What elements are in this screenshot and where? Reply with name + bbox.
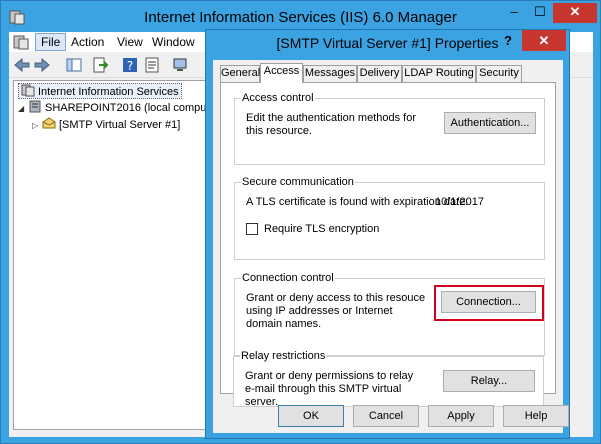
tree-item-smtp-virtual-server[interactable]: ▷ [SMTP Virtual Server #1] (32, 117, 180, 133)
access-control-group: Access control Edit the authentication m… (234, 92, 545, 165)
group-label: Connection control (241, 272, 335, 285)
require-tls-checkbox[interactable] (246, 223, 258, 235)
secure-communication-group: Secure communication A TLS certificate i… (234, 176, 545, 260)
computer-icon[interactable] (171, 56, 189, 74)
properties-icon[interactable] (143, 56, 161, 74)
mmc-icon[interactable] (13, 34, 29, 50)
menu-file[interactable]: File (35, 33, 67, 51)
group-label: Secure communication (241, 176, 355, 189)
tab-delivery[interactable]: Delivery (357, 65, 402, 82)
minimize-button[interactable]: – (501, 3, 527, 23)
help-icon[interactable]: ? (121, 56, 139, 74)
tree-item-server[interactable]: ◢ SHAREPOINT2016 (local compu (18, 100, 206, 116)
tree-item-iis-root[interactable]: Internet Information Services (18, 83, 182, 99)
menu-window[interactable]: Window (152, 35, 195, 49)
cancel-button[interactable]: Cancel (353, 405, 419, 427)
back-icon[interactable] (13, 56, 31, 74)
console-tree: Internet Information Services ◢ SHAREPOI… (13, 80, 213, 430)
tab-security[interactable]: Security (476, 65, 522, 82)
maximize-button[interactable]: ☐ (527, 3, 553, 23)
tab-access[interactable]: Access (260, 63, 303, 83)
close-button[interactable]: ✕ (553, 3, 597, 23)
forward-icon[interactable] (33, 56, 51, 74)
relay-restrictions-group: Relay restrictions Grant or deny permiss… (233, 350, 544, 408)
show-tree-icon[interactable] (65, 56, 83, 74)
collapse-caret-icon[interactable]: ◢ (18, 101, 28, 117)
iis-icon (21, 84, 35, 97)
smtp-server-icon (42, 117, 56, 129)
group-label: Access control (241, 92, 315, 105)
expand-caret-icon[interactable]: ▷ (32, 118, 42, 134)
tab-messages[interactable]: Messages (303, 65, 357, 82)
tab-ldap-routing[interactable]: LDAP Routing (402, 65, 476, 82)
server-icon (29, 100, 41, 113)
smtp-properties-dialog: [SMTP Virtual Server #1] Properties ? ✕ … (205, 29, 570, 439)
tree-item-label: Internet Information Services (38, 86, 179, 98)
svg-text:?: ? (127, 59, 133, 73)
relay-restrictions-description: Grant or deny permissions to relay e-mai… (245, 370, 414, 408)
connection-control-group: Connection control Grant or deny access … (234, 272, 545, 356)
tree-item-label: [SMTP Virtual Server #1] (59, 119, 181, 131)
relay-button[interactable]: Relay... (443, 370, 535, 392)
menu-view[interactable]: View (117, 35, 143, 49)
help-button[interactable]: Help (503, 405, 569, 427)
connection-button[interactable]: Connection... (441, 291, 536, 313)
require-tls-label[interactable]: Require TLS encryption (264, 223, 379, 236)
export-icon[interactable] (91, 56, 109, 74)
tab-general[interactable]: General (220, 65, 260, 82)
connection-control-description: Grant or deny access to this resouce usi… (246, 292, 426, 330)
dialog-client-area: General Access Messages Delivery LDAP Ro… (213, 60, 569, 433)
dialog-close-button[interactable]: ✕ (522, 30, 566, 51)
tls-expiration-date: 10/1/2017 (435, 196, 484, 208)
access-tab-panel: Access control Edit the authentication m… (220, 82, 556, 394)
apply-button[interactable]: Apply (428, 405, 494, 427)
tree-item-label: SHAREPOINT2016 (local compu (45, 102, 207, 114)
authentication-button[interactable]: Authentication... (444, 112, 536, 134)
access-control-description: Edit the authentication methods for this… (246, 112, 416, 137)
dialog-help-button[interactable]: ? (498, 31, 518, 51)
menu-action[interactable]: Action (71, 35, 104, 49)
ok-button[interactable]: OK (278, 405, 344, 427)
group-label: Relay restrictions (240, 350, 327, 363)
